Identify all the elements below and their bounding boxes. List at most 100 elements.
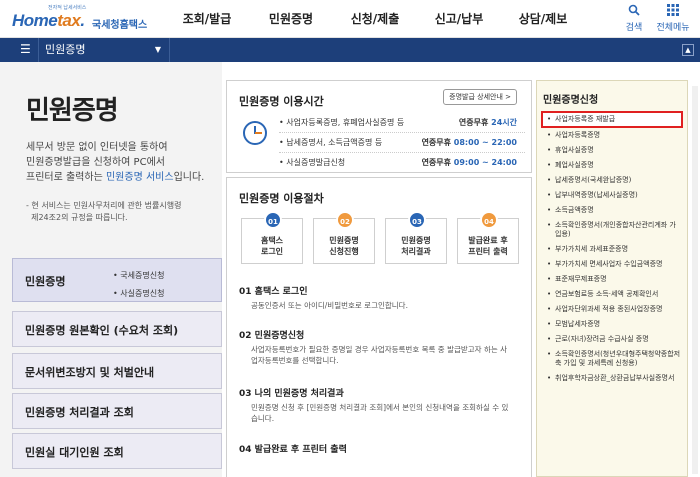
left-nav-waiting-inquiry[interactable]: 민원실 대기인원 조회 [12,433,222,469]
left-nav-forgery-guide[interactable]: 문서위변조방지 및 처벌안내 [12,353,222,389]
hours-row-name: 사실증명발급신청 [279,153,345,173]
procedure-title: 민원증명 이용절차 [239,192,324,205]
hours-title: 민원증명 이용시간 [239,95,324,108]
search-icon [616,4,652,20]
step-card: 04 발급완료 후 프린터 출력 [457,211,519,264]
hamburger-icon[interactable]: ☰ [20,42,31,56]
step-line-2: 프린터 출력 [468,247,508,256]
application-item[interactable]: 부가가치세 과세표준증명 [541,242,683,257]
procedure-desc: 공동인증서 또는 아이디/비밀번호로 로그인합니다. [251,301,408,310]
hours-row-value: 09:00 ~ 24:00 [453,158,517,167]
step-number: 03 [408,211,426,229]
procedure-heading: 02 민원증명신청 [239,331,305,341]
application-list: 사업자등록증 재발급 사업자등록증명 휴업사실증명 폐업사실증명 납세증명서(국… [541,111,683,386]
hours-row-name: 사업자등록증명, 휴폐업사실증명 등 [279,113,404,133]
left-nav-label: 문서위변조방지 및 처벌안내 [25,366,155,379]
application-item[interactable]: 납부내역증명(납세사실증명) [541,188,683,203]
main-nav: 조회/발급 민원증명 신청/제출 신고/납부 상담/제보 [165,0,585,38]
hours-row-prefix: 연중무휴 [421,138,454,147]
procedure-steps: 01 홈택스 로그인 02 민원증명 신청진행 03 민원증명 처리결과 04 … [241,211,521,268]
application-item[interactable]: 근로(자녀)장려금 수급사실 증명 [541,332,683,347]
application-item[interactable]: 휴업사실증명 [541,143,683,158]
left-nav-sub-national-tax[interactable]: 국세증명신청 [113,267,164,285]
step-number: 01 [264,211,282,229]
step-card: 02 민원증명 신청진행 [313,211,375,264]
logo-subtitle: 국세청홈택스 [92,20,148,31]
step-line-1: 발급완료 후 [468,236,508,245]
step-line-1: 홈택스 [260,236,284,245]
clock-icon [243,121,267,145]
application-item[interactable]: 표준재무제표증명 [541,272,683,287]
nav-item-filing[interactable]: 신고/납부 [417,0,501,38]
procedure-heading: 01 홈택스 로그인 [239,287,308,297]
intro-line-3: 프린터로 출력하는 민원증명 서비스입니다. [26,170,216,185]
step-card: 01 홈택스 로그인 [241,211,303,264]
procedure-heading: 04 발급완료 후 프린터 출력 [239,445,347,455]
detail-guide-button[interactable]: 증명발급 상세안내 > [443,89,517,105]
procedure-heading: 03 나의 민원증명 처리결과 [239,389,344,399]
grid-menu-icon [652,4,694,20]
hours-row-value: 08:00 ~ 22:00 [453,138,517,147]
hours-panel: 민원증명 이용시간 증명발급 상세안내 > 사업자등록증명, 휴폐업사실증명 등… [226,80,532,173]
application-item[interactable]: 부가가치세 면세사업자 수입금액증명 [541,257,683,272]
hours-row-name: 납세증명서, 소득금액증명 등 [279,133,382,153]
hours-row-time: 연중무휴 09:00 ~ 24:00 [422,153,517,173]
legal-note: - 현 서비스는 민원사무처리에 관한 법률시행령 제24조2의 규정을 따릅니… [26,200,216,224]
procedure-desc: 사업자등록번호가 필요한 증명일 경우 사업자등록번호 목록 중 발급받고자 하… [251,345,508,365]
procedure-desc: 민원증명 신청 후 [민원증명 처리결과 조회]에서 본인의 신청내역을 조회하… [251,403,509,423]
step-line-2: 처리결과 [401,247,431,256]
application-item-selected[interactable]: 사업자등록증 재발급 [541,111,683,128]
left-nav-label: 민원증명 원본확인 (수요처 조회) [25,324,179,337]
logo-wordmark: Hometax. [12,11,85,30]
nav-item-application[interactable]: 신청/제출 [333,0,417,38]
hours-row: 사실증명발급신청 연중무휴 09:00 ~ 24:00 [279,153,525,173]
application-item[interactable]: 취업후학자금상환_상환금납부사실증명서 [541,371,683,386]
nav-item-certificate[interactable]: 민원증명 [249,0,333,38]
application-item[interactable]: 소득확인증명서(개인종합자산관리계좌 가입용) [541,218,683,242]
left-column: 민원증명 세무서 방문 없이 인터넷을 통하여 민원증명발급을 신청하여 PC에… [0,62,222,477]
hometax-logo[interactable]: 전자적 납세서비스 Hometax. 국세청홈택스 [10,4,150,34]
hours-row-time: 연중무휴 24시간 [459,113,517,133]
application-list-panel: 민원증명신청 사업자등록증 재발급 사업자등록증명 휴업사실증명 폐업사실증명 … [536,80,688,477]
scroll-up-icon[interactable]: ▲ [682,44,694,56]
hours-row: 사업자등록증명, 휴폐업사실증명 등 연중무휴 24시간 [279,113,525,133]
vertical-scrollbar[interactable] [692,86,698,474]
breadcrumb-label: 민원증명 [45,43,86,56]
hours-row-prefix: 연중무휴 [421,158,454,167]
left-nav-label: 민원증명 [25,275,66,288]
top-header: 전자적 납세서비스 Hometax. 국세청홈택스 조회/발급 민원증명 신청/… [0,0,700,38]
application-item[interactable]: 모범납세자증명 [541,317,683,332]
application-item[interactable]: 사업자등록증명 [541,128,683,143]
intro-line-2: 민원증명발급을 신청하여 PC에서 [26,157,165,168]
left-nav-subs: 국세증명신청 사실증명신청 [113,267,164,303]
left-nav-original-check[interactable]: 민원증명 원본확인 (수요처 조회) [12,311,222,347]
note-line-2: 제24조2의 규정을 따릅니다. [26,213,128,222]
note-line-1: - 현 서비스는 민원사무처리에 관한 법률시행령 [26,201,182,210]
application-item[interactable]: 연금보험료등 소득·세액 공제확인서 [541,287,683,302]
left-nav-certificate[interactable]: 민원증명 국세증명신청 사실증명신청 [12,258,222,302]
step-line-2: 로그인 [260,247,284,256]
application-item[interactable]: 폐업사실증명 [541,158,683,173]
step-card: 03 민원증명 처리결과 [385,211,447,264]
search-label: 검색 [625,23,643,33]
intro-line-1: 세무서 방문 없이 인터넷을 통하여 [26,142,168,153]
step-number: 02 [336,211,354,229]
search-button[interactable]: 검색 [616,4,652,33]
sub-navigation-bar: ☰ 민원증명 ▼ ▲ [0,38,700,62]
nav-item-inquiry[interactable]: 조회/발급 [165,0,249,38]
left-nav-sub-fact[interactable]: 사실증명신청 [113,285,164,303]
logo-tagline: 전자적 납세서비스 [48,5,87,11]
nav-item-consult[interactable]: 상담/제보 [501,0,585,38]
application-item[interactable]: 소득확인증명서(청년우대형주택청약종합저축 가입 및 과세특례 신청용) [541,347,683,371]
application-item[interactable]: 납세증명서(국세완납증명) [541,173,683,188]
application-item[interactable]: 소득금액증명 [541,203,683,218]
breadcrumb-dropdown[interactable]: 민원증명 ▼ [38,38,170,62]
left-nav-result-inquiry[interactable]: 민원증명 처리결과 조회 [12,393,222,429]
application-item[interactable]: 사업자단위과세 적용 종된사업장증명 [541,302,683,317]
hours-row-time: 연중무휴 08:00 ~ 22:00 [422,133,517,153]
all-menu-button[interactable]: 전체메뉴 [652,4,694,33]
hours-row-prefix: 연중무휴 [458,118,492,127]
chevron-down-icon: ▼ [154,45,161,54]
step-number: 04 [480,211,498,229]
intro-line-3c: 입니다. [173,172,205,183]
